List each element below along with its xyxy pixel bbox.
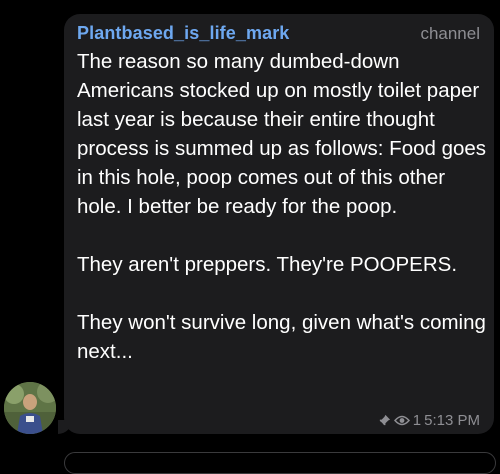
message-text: The reason so many dumbed-down Americans… — [77, 47, 487, 366]
sender-name[interactable]: Plantbased_is_life_mark — [77, 23, 289, 44]
message-bubble[interactable]: Plantbased_is_life_mark channel The reas… — [64, 14, 494, 434]
message-paragraph: The reason so many dumbed-down Americans… — [77, 50, 487, 218]
avatar-image — [4, 382, 56, 434]
message-time: 5:13 PM — [424, 412, 480, 429]
channel-label: channel — [420, 24, 480, 43]
message-paragraph: They won't survive long, given what's co… — [77, 311, 486, 363]
message-meta: 1 5:13 PM — [378, 412, 480, 429]
next-message-bubble[interactable] — [64, 452, 496, 474]
message-paragraph: They aren't preppers. They're POOPERS. — [77, 253, 458, 276]
view-count: 1 — [412, 412, 422, 429]
pin-icon — [378, 414, 391, 427]
sender-avatar[interactable] — [4, 382, 56, 434]
eye-icon — [393, 414, 410, 427]
